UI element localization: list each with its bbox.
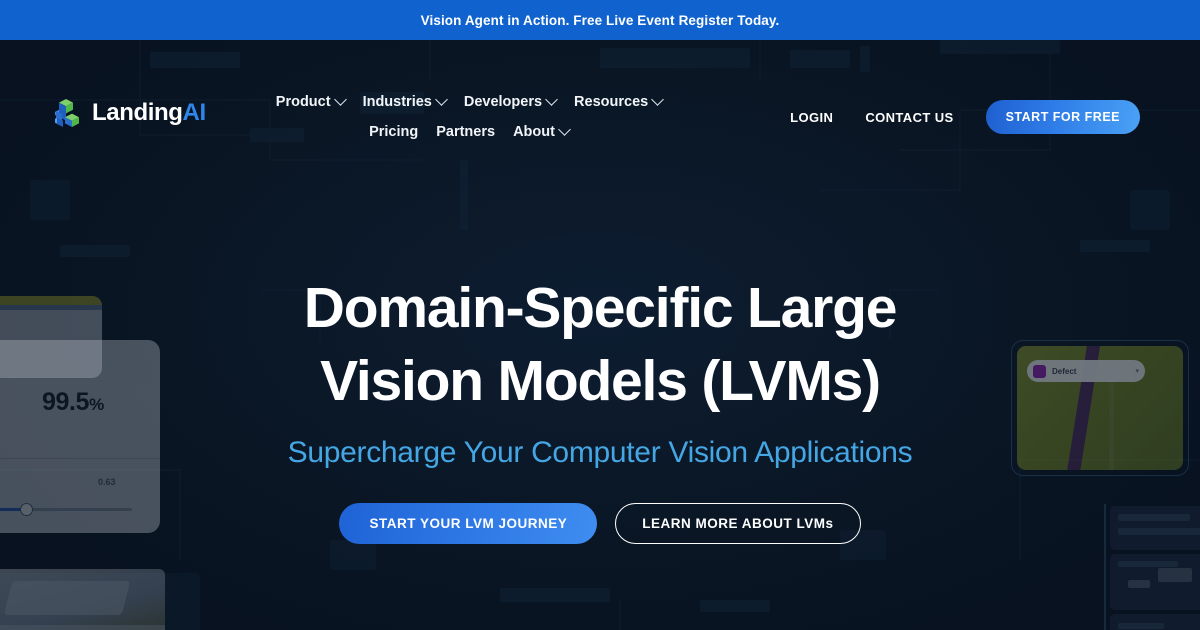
nav-label: About (513, 124, 555, 140)
landing-page: 99.5% Threshold 0.63 Defect ▾ (0, 0, 1200, 630)
nav-item-pricing[interactable]: Pricing (369, 120, 418, 144)
nav-item-developers[interactable]: Developers (463, 90, 558, 114)
nav-label: Partners (436, 124, 496, 140)
nav-item-product[interactable]: Product (275, 90, 347, 114)
chevron-down-icon (333, 92, 347, 106)
primary-navigation: Product Industries Developers Resources … (243, 90, 695, 144)
site-header: LandingAI Product Industries Developers … (0, 40, 1200, 140)
brand-name-primary: Landing (92, 99, 183, 126)
nav-item-partners[interactable]: Partners (436, 120, 495, 144)
announcement-text: Vision Agent in Action. Free Live Event R… (421, 13, 780, 28)
login-link[interactable]: LOGIN (790, 110, 833, 125)
learn-more-lvms-button[interactable]: LEARN MORE ABOUT LVMs (615, 503, 861, 544)
brand-name-accent: AI (182, 99, 207, 126)
hero-title-line-1: Domain-Specific Large (303, 276, 898, 340)
header-actions: LOGIN CONTACT US START FOR FREE (790, 100, 1140, 134)
isometric-cubes-icon (51, 98, 83, 128)
start-for-free-button[interactable]: START FOR FREE (985, 100, 1140, 134)
hero-title: Domain-Specific Large Vision Models (LVM… (220, 272, 980, 418)
chevron-down-icon (558, 122, 571, 136)
nav-label: Developers (463, 94, 543, 110)
chevron-down-icon (545, 92, 558, 106)
announcement-message: Vision Agent in Action. Free Live Event (420, 12, 675, 28)
contact-us-link[interactable]: CONTACT US (865, 110, 953, 125)
register-today-link[interactable]: Register Today. (679, 13, 780, 28)
brand-name: LandingAI (92, 99, 206, 127)
chevron-down-icon (651, 92, 665, 106)
nav-label: Product (275, 94, 331, 110)
nav-item-about[interactable]: About (513, 120, 571, 144)
start-lvm-journey-button[interactable]: START YOUR LVM JOURNEY (339, 503, 598, 544)
nav-item-industries[interactable]: Industries (362, 90, 448, 114)
nav-label: Industries (362, 94, 432, 110)
nav-label: Resources (574, 94, 649, 110)
hero-title-line-2: Vision Models (LVMs) (320, 349, 881, 413)
nav-item-resources[interactable]: Resources (574, 90, 665, 114)
hero-subtitle: Supercharge Your Computer Vision Applica… (287, 436, 913, 469)
hero-cta-group: START YOUR LVM JOURNEY LEARN MORE ABOUT … (339, 503, 861, 544)
announcement-banner[interactable]: Vision Agent in Action. Free Live Event R… (0, 0, 1200, 40)
chevron-down-icon (434, 92, 448, 106)
brand-logo[interactable]: LandingAI (51, 98, 206, 128)
nav-label: Pricing (369, 124, 419, 140)
